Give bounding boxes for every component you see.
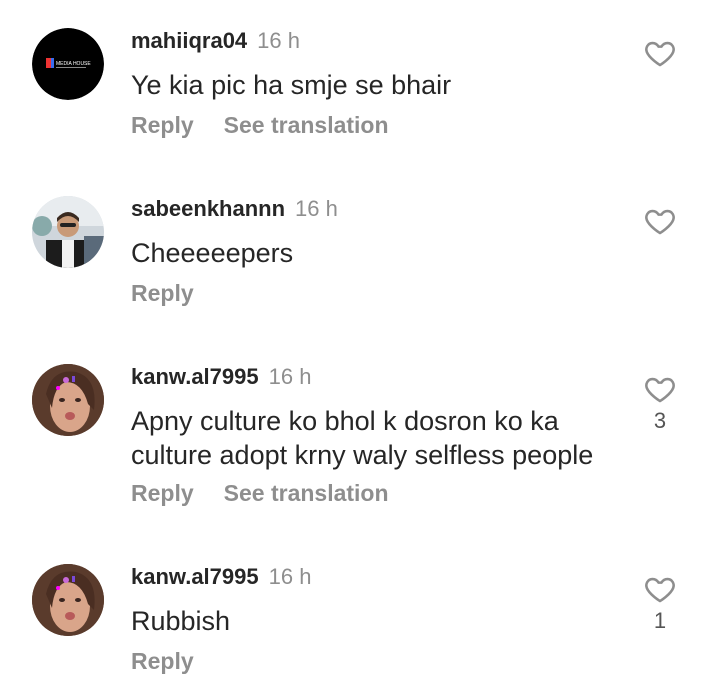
comment-text: Ye kia pic ha smje se bhair: [131, 70, 452, 100]
comment-actions: Reply See translation: [131, 112, 389, 139]
comment-actions: Reply: [131, 280, 194, 307]
comment-text: Cheeeeepers: [131, 238, 294, 268]
reply-button[interactable]: Reply: [131, 112, 194, 138]
see-translation-button[interactable]: See translation: [224, 112, 389, 138]
avatar[interactable]: [32, 364, 104, 436]
reply-button[interactable]: Reply: [131, 280, 194, 306]
comment-text: Apny culture ko bhol k dosron ko ka cult…: [131, 406, 594, 470]
comment-meta: sabeenkhannn 16 h: [131, 196, 338, 222]
avatar[interactable]: MEDIA HOUSE: [32, 28, 104, 100]
timestamp: 16 h: [268, 364, 312, 389]
reply-button[interactable]: Reply: [131, 480, 194, 506]
like-button[interactable]: 1: [642, 572, 678, 634]
timestamp: 16 h: [257, 28, 300, 53]
username[interactable]: kanw.al7995: [131, 364, 259, 389]
like-count: 3: [653, 408, 667, 433]
see-translation-button[interactable]: See translation: [224, 480, 389, 506]
timestamp: 16 h: [295, 196, 338, 221]
comment-item: kanw.al7995 16 h Apny culture ko bhol k d…: [0, 364, 720, 514]
like-count: 1: [653, 608, 667, 633]
heart-outline-icon: [645, 377, 675, 403]
heart-outline-icon: [645, 209, 675, 235]
heart-outline-icon: [645, 41, 675, 67]
like-button[interactable]: [642, 36, 678, 70]
username[interactable]: sabeenkhannn: [131, 196, 285, 221]
comment-item: sabeenkhannn 16 h Cheeeeepers Reply: [0, 196, 720, 306]
comment-meta: kanw.al7995 16 h: [131, 564, 311, 590]
timestamp: 16 h: [268, 564, 312, 589]
comment-meta: kanw.al7995 16 h: [131, 364, 311, 390]
username[interactable]: kanw.al7995: [131, 564, 259, 589]
heart-outline-icon: [645, 577, 675, 603]
like-button[interactable]: 3: [642, 372, 678, 434]
avatar[interactable]: [32, 196, 104, 268]
reply-button[interactable]: Reply: [131, 648, 194, 674]
comment-item: MEDIA HOUSE mahiiqra04 16 h Ye kia pic ha…: [0, 28, 720, 148]
comment-actions: Reply: [131, 648, 194, 675]
comment-item: kanw.al7995 16 h Rubbish Reply 1: [0, 564, 720, 679]
comment-text: Rubbish: [131, 606, 231, 636]
avatar[interactable]: [32, 564, 104, 636]
avatar-logo-text: MEDIA HOUSE: [56, 61, 91, 67]
comment-actions: Reply See translation: [131, 480, 389, 507]
comment-meta: mahiiqra04 16 h: [131, 28, 300, 54]
like-button[interactable]: [642, 204, 678, 238]
username[interactable]: mahiiqra04: [131, 28, 247, 53]
